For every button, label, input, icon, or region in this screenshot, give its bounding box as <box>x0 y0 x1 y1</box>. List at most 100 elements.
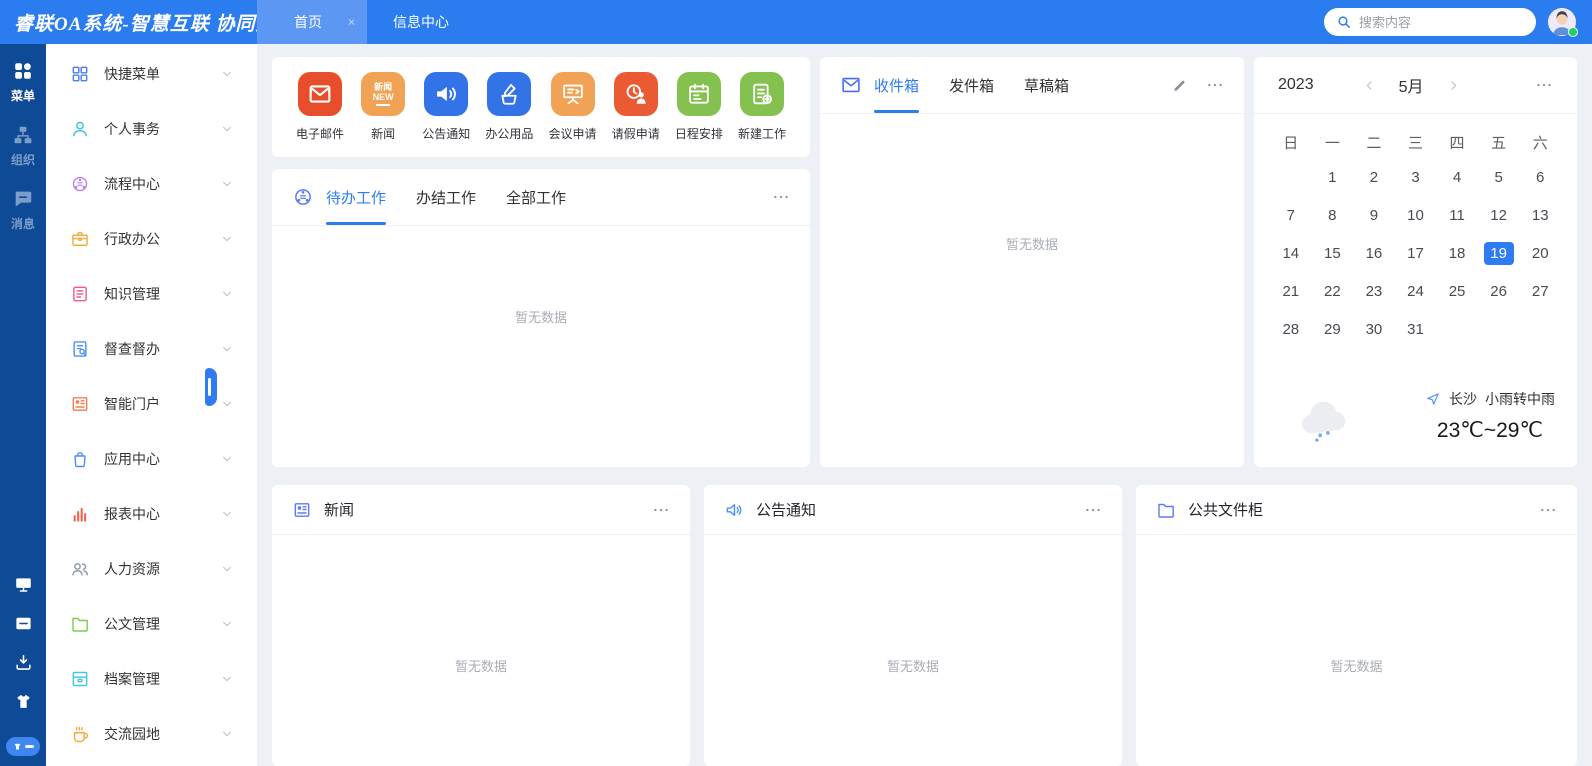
quick-app-新闻[interactable]: 新闻NEW新闻 <box>353 72 413 142</box>
calendar-day[interactable]: 31 <box>1400 318 1430 341</box>
org-icon <box>12 124 34 146</box>
mail-tab-草稿箱[interactable]: 草稿箱 <box>1024 57 1069 113</box>
search-box[interactable] <box>1324 8 1536 36</box>
calendar-day[interactable]: 16 <box>1359 242 1389 265</box>
quick-app-公告通知[interactable]: 公告通知 <box>416 72 476 142</box>
calendar-icon <box>686 81 712 107</box>
sidebar-item-公文管理[interactable]: 公文管理 <box>46 596 257 651</box>
calendar-day[interactable]: 7 <box>1276 204 1306 227</box>
sidebar-item-流程中心[interactable]: 流程中心 <box>46 156 257 211</box>
sidebar-collapse-handle[interactable] <box>205 368 217 406</box>
sidebar-item-报表中心[interactable]: 报表中心 <box>46 486 257 541</box>
calendar-day[interactable]: 29 <box>1317 318 1347 341</box>
user-avatar[interactable] <box>1548 8 1576 36</box>
quick-app-电子邮件[interactable]: 电子邮件 <box>290 72 350 142</box>
edit-pencil-icon[interactable] <box>1171 77 1188 94</box>
calendar-day[interactable]: 10 <box>1400 204 1430 227</box>
files-empty-state: 暂无数据 <box>1136 535 1577 766</box>
chevron-left-icon[interactable] <box>1362 78 1377 93</box>
more-icon[interactable] <box>772 188 790 206</box>
rail-tool-shirt-icon[interactable] <box>14 692 33 711</box>
calendar-day[interactable]: 3 <box>1400 166 1430 189</box>
page-tab-1[interactable]: 首页 <box>257 0 367 44</box>
calendar-day[interactable]: 25 <box>1442 280 1472 303</box>
sidebar-item-交流园地[interactable]: 交流园地 <box>46 706 257 761</box>
todo-tab-待办工作[interactable]: 待办工作 <box>326 169 386 225</box>
rail-tool-card-icon[interactable] <box>14 614 33 633</box>
calendar-day[interactable]: 6 <box>1525 166 1555 189</box>
calendar-day[interactable]: 19 <box>1484 242 1514 265</box>
calendar-day-cell: 30 <box>1353 311 1395 348</box>
calendar-day[interactable]: 8 <box>1317 204 1347 227</box>
calendar-day[interactable]: 11 <box>1442 204 1472 227</box>
calendar-day[interactable]: 22 <box>1317 280 1347 303</box>
search-input[interactable] <box>1359 15 1535 30</box>
sidebar-item-个人事务[interactable]: 个人事务 <box>46 101 257 156</box>
people-icon <box>70 559 90 579</box>
calendar-day[interactable]: 20 <box>1525 242 1555 265</box>
flow-icon <box>292 186 314 208</box>
sidebar-item-知识管理[interactable]: 知识管理 <box>46 266 257 321</box>
calendar-day[interactable]: 12 <box>1484 204 1514 227</box>
more-icon[interactable] <box>652 501 670 519</box>
quick-app-新建工作[interactable]: 新建工作 <box>732 72 792 142</box>
chevron-down-icon <box>219 121 235 137</box>
chevron-right-icon[interactable] <box>1446 78 1461 93</box>
sidebar-item-应用中心[interactable]: 应用中心 <box>46 431 257 486</box>
search-icon <box>1336 14 1352 30</box>
calendar-day[interactable]: 1 <box>1317 166 1347 189</box>
rail-tool-download-icon[interactable] <box>14 653 33 672</box>
shirt-icon <box>13 742 22 751</box>
sidebar-item-档案管理[interactable]: 档案管理 <box>46 651 257 706</box>
doc-plus-icon <box>749 81 775 107</box>
sidebar-item-人力资源[interactable]: 人力资源 <box>46 541 257 596</box>
sidebar-item-督查督办[interactable]: 督查督办 <box>46 321 257 376</box>
calendar-day[interactable]: 28 <box>1276 318 1306 341</box>
more-icon[interactable] <box>1206 76 1224 94</box>
mail-tab-发件箱[interactable]: 发件箱 <box>949 57 994 113</box>
calendar-day[interactable]: 13 <box>1525 204 1555 227</box>
more-icon[interactable] <box>1539 501 1557 519</box>
rail-item-组织[interactable]: 组织 <box>11 124 35 168</box>
calendar-day[interactable]: 24 <box>1400 280 1430 303</box>
calendar-day[interactable]: 27 <box>1525 280 1555 303</box>
quick-app-请假申请[interactable]: 请假申请 <box>606 72 666 142</box>
calendar-day[interactable]: 26 <box>1484 280 1514 303</box>
sidebar-item-快捷菜单[interactable]: 快捷菜单 <box>46 46 257 101</box>
calendar-day-cell: 5 <box>1478 159 1520 196</box>
calendar-day[interactable]: 9 <box>1359 204 1389 227</box>
quick-app-办公用品[interactable]: 办公用品 <box>479 72 539 142</box>
page-tab-2[interactable]: 信息中心 <box>367 0 475 44</box>
calendar-day[interactable]: 5 <box>1484 166 1514 189</box>
todo-tab-全部工作[interactable]: 全部工作 <box>506 169 566 225</box>
left-rail: 菜单组织消息 <box>0 44 46 766</box>
calendar-day[interactable]: 17 <box>1400 242 1430 265</box>
calendar-day[interactable]: 4 <box>1442 166 1472 189</box>
nav-location-icon <box>1425 391 1441 407</box>
sidebar-menu: 快捷菜单个人事务流程中心行政办公知识管理督查督办智能门户应用中心报表中心人力资源… <box>46 44 257 766</box>
calendar-day[interactable]: 2 <box>1359 166 1389 189</box>
bag-icon <box>70 449 90 469</box>
calendar-day[interactable]: 21 <box>1276 280 1306 303</box>
calendar-day[interactable]: 15 <box>1317 242 1347 265</box>
calendar-weekday: 二 <box>1353 126 1395 158</box>
calendar-day[interactable]: 14 <box>1276 242 1306 265</box>
rail-item-菜单[interactable]: 菜单 <box>11 60 35 104</box>
more-icon[interactable] <box>1535 76 1553 94</box>
calendar-day[interactable]: 30 <box>1359 318 1389 341</box>
mail-tab-收件箱[interactable]: 收件箱 <box>874 57 919 113</box>
more-icon[interactable] <box>1084 501 1102 519</box>
calendar-day[interactable]: 18 <box>1442 242 1472 265</box>
calendar-day[interactable]: 23 <box>1359 280 1389 303</box>
rail-tool-monitor-icon[interactable] <box>14 575 33 594</box>
close-icon[interactable] <box>346 17 357 28</box>
sidebar-item-label: 个人事务 <box>104 119 160 139</box>
rail-theme-toggle[interactable] <box>6 737 40 756</box>
sidebar-item-行政办公[interactable]: 行政办公 <box>46 211 257 266</box>
todo-tab-办结工作[interactable]: 办结工作 <box>416 169 476 225</box>
sidebar-item-智能门户[interactable]: 智能门户 <box>46 376 257 431</box>
quick-app-会议申请[interactable]: 会议申请 <box>543 72 603 142</box>
quick-app-日程安排[interactable]: 日程安排 <box>669 72 729 142</box>
pen-holder-icon <box>496 81 522 107</box>
rail-item-消息[interactable]: 消息 <box>11 188 35 232</box>
